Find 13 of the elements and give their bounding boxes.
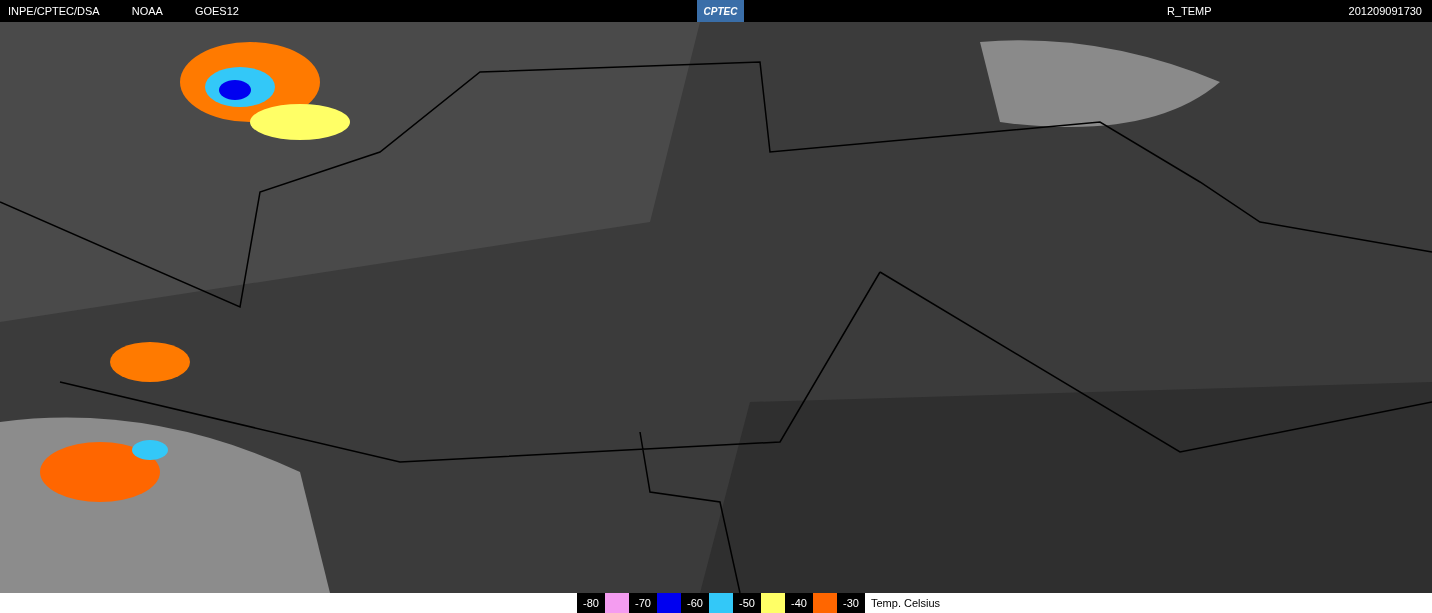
timestamp: 201209091730 [1348,3,1422,19]
legend-unit: Temp. Celsius [871,595,941,611]
legend-label: -70 [629,593,657,613]
legend-label: -80 [577,593,605,613]
header-label: INPE/CPTEC/DSA [8,3,100,19]
header-label: GOES12 [194,3,239,19]
header-label: NOAA [131,3,163,19]
product-label: R_TEMP [1167,3,1212,19]
legend-label: -60 [681,593,709,613]
legend-label: -30 [837,593,865,613]
legend-label: -40 [785,593,813,613]
legend-label: -50 [733,593,761,613]
logo: CPTEC [697,0,744,22]
